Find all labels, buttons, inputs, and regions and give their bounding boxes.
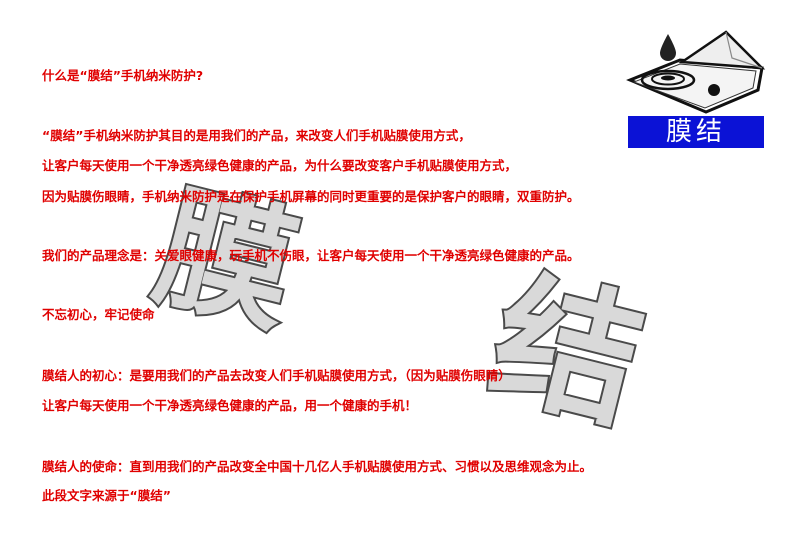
source-note: 此段文字来源于“膜结” xyxy=(42,488,171,503)
phone-film-drop-icon xyxy=(626,30,766,114)
paragraph-line: 我们的产品理念是：关爱眼健康，玩手机不伤眼，让客户每天使用一个干净透亮绿色健康的… xyxy=(42,248,580,263)
paragraph-line: 让客户每天使用一个干净透亮绿色健康的产品，为什么要改变客户手机贴膜使用方式， xyxy=(42,158,518,173)
document-page: 膜 结 什么是“膜结”手机纳米防护? “膜结”手机纳米防护其目的是用我们的产品，… xyxy=(0,0,800,533)
paragraph-line: 让客户每天使用一个干净透亮绿色健康的产品，用一个健康的手机！ xyxy=(42,398,418,413)
paragraph-line: 不忘初心，牢记使命 xyxy=(42,307,155,322)
paragraph-line: 膜结人的初心：是要用我们的产品去改变人们手机贴膜使用方式，（因为贴膜伤眼睛） xyxy=(42,368,511,383)
document-heading: 什么是“膜结”手机纳米防护? xyxy=(42,68,204,83)
watermark-char-2: 结 xyxy=(476,252,658,451)
paragraph-line: “膜结”手机纳米防护其目的是用我们的产品，来改变人们手机贴膜使用方式， xyxy=(42,128,471,143)
logo-label: 膜结 xyxy=(628,116,764,148)
brand-logo: 膜结 xyxy=(622,28,770,150)
paragraph-line: 膜结人的使命：直到用我们的产品改变全中国十几亿人手机贴膜使用方式、习惯以及思维观… xyxy=(42,459,593,474)
paragraph-line: 因为贴膜伤眼睛，手机纳米防护是在保护手机屏幕的同时更重要的是保护客户的眼睛，双重… xyxy=(42,189,580,204)
